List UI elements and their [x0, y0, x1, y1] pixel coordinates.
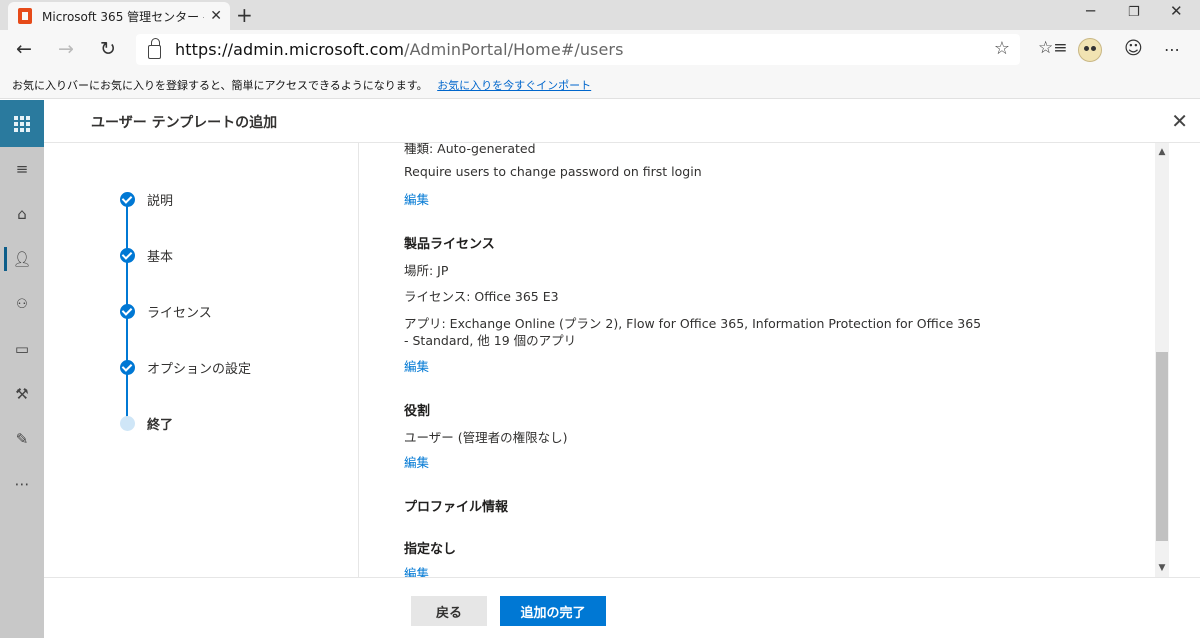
license-name: ライセンス: Office 365 E3	[404, 289, 559, 304]
customize-pencil-icon[interactable]: ✎	[0, 423, 44, 455]
role-value: ユーザー (管理者の権限なし)	[404, 430, 568, 445]
step-complete-check-icon	[120, 359, 135, 375]
billing-card-icon[interactable]: ▭	[0, 333, 44, 365]
step-description[interactable]: 説明	[120, 191, 174, 209]
edit-profile-link[interactable]: 編集	[404, 563, 429, 577]
panel-footer: 戻る 追加の完了	[44, 577, 1200, 638]
waffle-icon	[14, 115, 30, 132]
password-type: 種類: Auto-generated	[404, 143, 536, 156]
scroll-up-icon[interactable]: ▲	[1155, 145, 1169, 159]
step-complete-check-icon	[120, 247, 135, 263]
office-logo-icon	[18, 8, 32, 24]
panel-title: ユーザー テンプレートの追加	[91, 115, 278, 131]
favorite-star-icon[interactable]: ☆	[994, 38, 1010, 59]
url-text: https://admin.microsoft.com/AdminPortal/…	[175, 40, 624, 59]
profile-avatar[interactable]	[1078, 38, 1102, 62]
step-current-dot-icon	[120, 415, 135, 431]
address-bar[interactable]: https://admin.microsoft.com/AdminPortal/…	[136, 34, 1020, 65]
step-optional-settings[interactable]: オプションの設定	[120, 359, 252, 377]
restore-icon[interactable]: ❐	[1128, 5, 1140, 20]
more-nav-icon[interactable]: ⋯	[0, 468, 44, 500]
favorites-bar: お気に入りバーにお気に入りを登録すると、簡単にアクセスできるようになります。 お…	[0, 70, 1200, 99]
minimize-icon[interactable]: ─	[1086, 2, 1095, 20]
step-basics[interactable]: 基本	[120, 247, 174, 265]
more-options-icon[interactable]: ⋯	[1164, 40, 1180, 59]
add-user-template-panel: ユーザー テンプレートの追加 ✕ 説明 基本 ライセンス オプションの設定 終了…	[44, 100, 1200, 638]
tab-title: Microsoft 365 管理センター - アクテ	[42, 9, 204, 24]
step-licenses[interactable]: ライセンス	[120, 303, 212, 321]
step-complete-check-icon	[120, 303, 135, 319]
step-label: オプションの設定	[147, 361, 252, 377]
step-label: ライセンス	[147, 305, 212, 321]
setup-wrench-icon[interactable]: ⚒	[0, 378, 44, 410]
panel-close-icon[interactable]: ✕	[1171, 109, 1188, 133]
tab-close-icon[interactable]: ✕	[210, 8, 222, 24]
content-scrollbar[interactable]: ▲ ▼	[1155, 143, 1169, 577]
scrollbar-thumb[interactable]	[1156, 352, 1168, 541]
browser-tab[interactable]: Microsoft 365 管理センター - アクテ ✕	[8, 2, 230, 30]
forward-arrow-icon[interactable]: →	[58, 38, 74, 60]
feedback-smiley-icon[interactable]: ☺	[1124, 38, 1143, 59]
license-location: 場所: JP	[404, 263, 449, 278]
password-change-setting: Require users to change password on firs…	[404, 164, 702, 179]
roles-heading: 役割	[404, 404, 431, 419]
wizard-stepper: 説明 基本 ライセンス オプションの設定 終了	[44, 143, 359, 577]
browser-tab-strip: Microsoft 365 管理センター - アクテ ✕ + ─ ❐ ✕	[0, 0, 1200, 30]
app-launcher-button[interactable]	[0, 100, 44, 147]
import-favorites-link[interactable]: お気に入りを今すぐインポート	[437, 79, 591, 92]
admin-nav-rail: ≡ ⌂ 👤︎ ⚇ ▭ ⚒ ✎ ⋯	[0, 100, 44, 638]
edit-password-link[interactable]: 編集	[404, 189, 429, 208]
nav-collapse-icon[interactable]: ≡	[0, 153, 44, 185]
profile-value: 指定なし	[404, 542, 457, 557]
step-label: 説明	[147, 193, 174, 209]
licenses-heading: 製品ライセンス	[404, 237, 495, 252]
browser-toolbar: ← → ↻ https://admin.microsoft.com/AdminP…	[0, 30, 1200, 70]
favorites-bar-message: お気に入りバーにお気に入りを登録すると、簡単にアクセスできるようになります。	[12, 79, 428, 92]
lock-icon	[148, 37, 161, 59]
edit-roles-link[interactable]: 編集	[404, 452, 429, 471]
new-tab-icon[interactable]: +	[236, 3, 253, 27]
refresh-icon[interactable]: ↻	[100, 38, 116, 60]
edit-licenses-link[interactable]: 編集	[404, 356, 429, 375]
window-close-icon[interactable]: ✕	[1170, 2, 1183, 20]
step-label: 基本	[147, 249, 174, 265]
panel-header: ユーザー テンプレートの追加 ✕	[44, 100, 1200, 143]
home-icon[interactable]: ⌂	[0, 198, 44, 230]
back-button[interactable]: 戻る	[411, 596, 487, 626]
scroll-down-icon[interactable]: ▼	[1155, 561, 1169, 575]
finish-add-button[interactable]: 追加の完了	[500, 596, 606, 626]
profile-heading: プロファイル情報	[404, 500, 509, 515]
step-finish: 終了	[120, 415, 174, 433]
license-apps-line2: - Standard, 他 19 個のアプリ	[404, 333, 577, 348]
step-label: 終了	[147, 417, 174, 433]
favorites-list-icon[interactable]: ☆≡	[1038, 38, 1067, 58]
step-complete-check-icon	[120, 191, 135, 207]
user-icon[interactable]: 👤︎	[0, 243, 44, 275]
groups-icon[interactable]: ⚇	[0, 288, 44, 320]
review-content: 種類: Auto-generated Require users to chan…	[360, 143, 1156, 577]
back-arrow-icon[interactable]: ←	[16, 38, 32, 60]
